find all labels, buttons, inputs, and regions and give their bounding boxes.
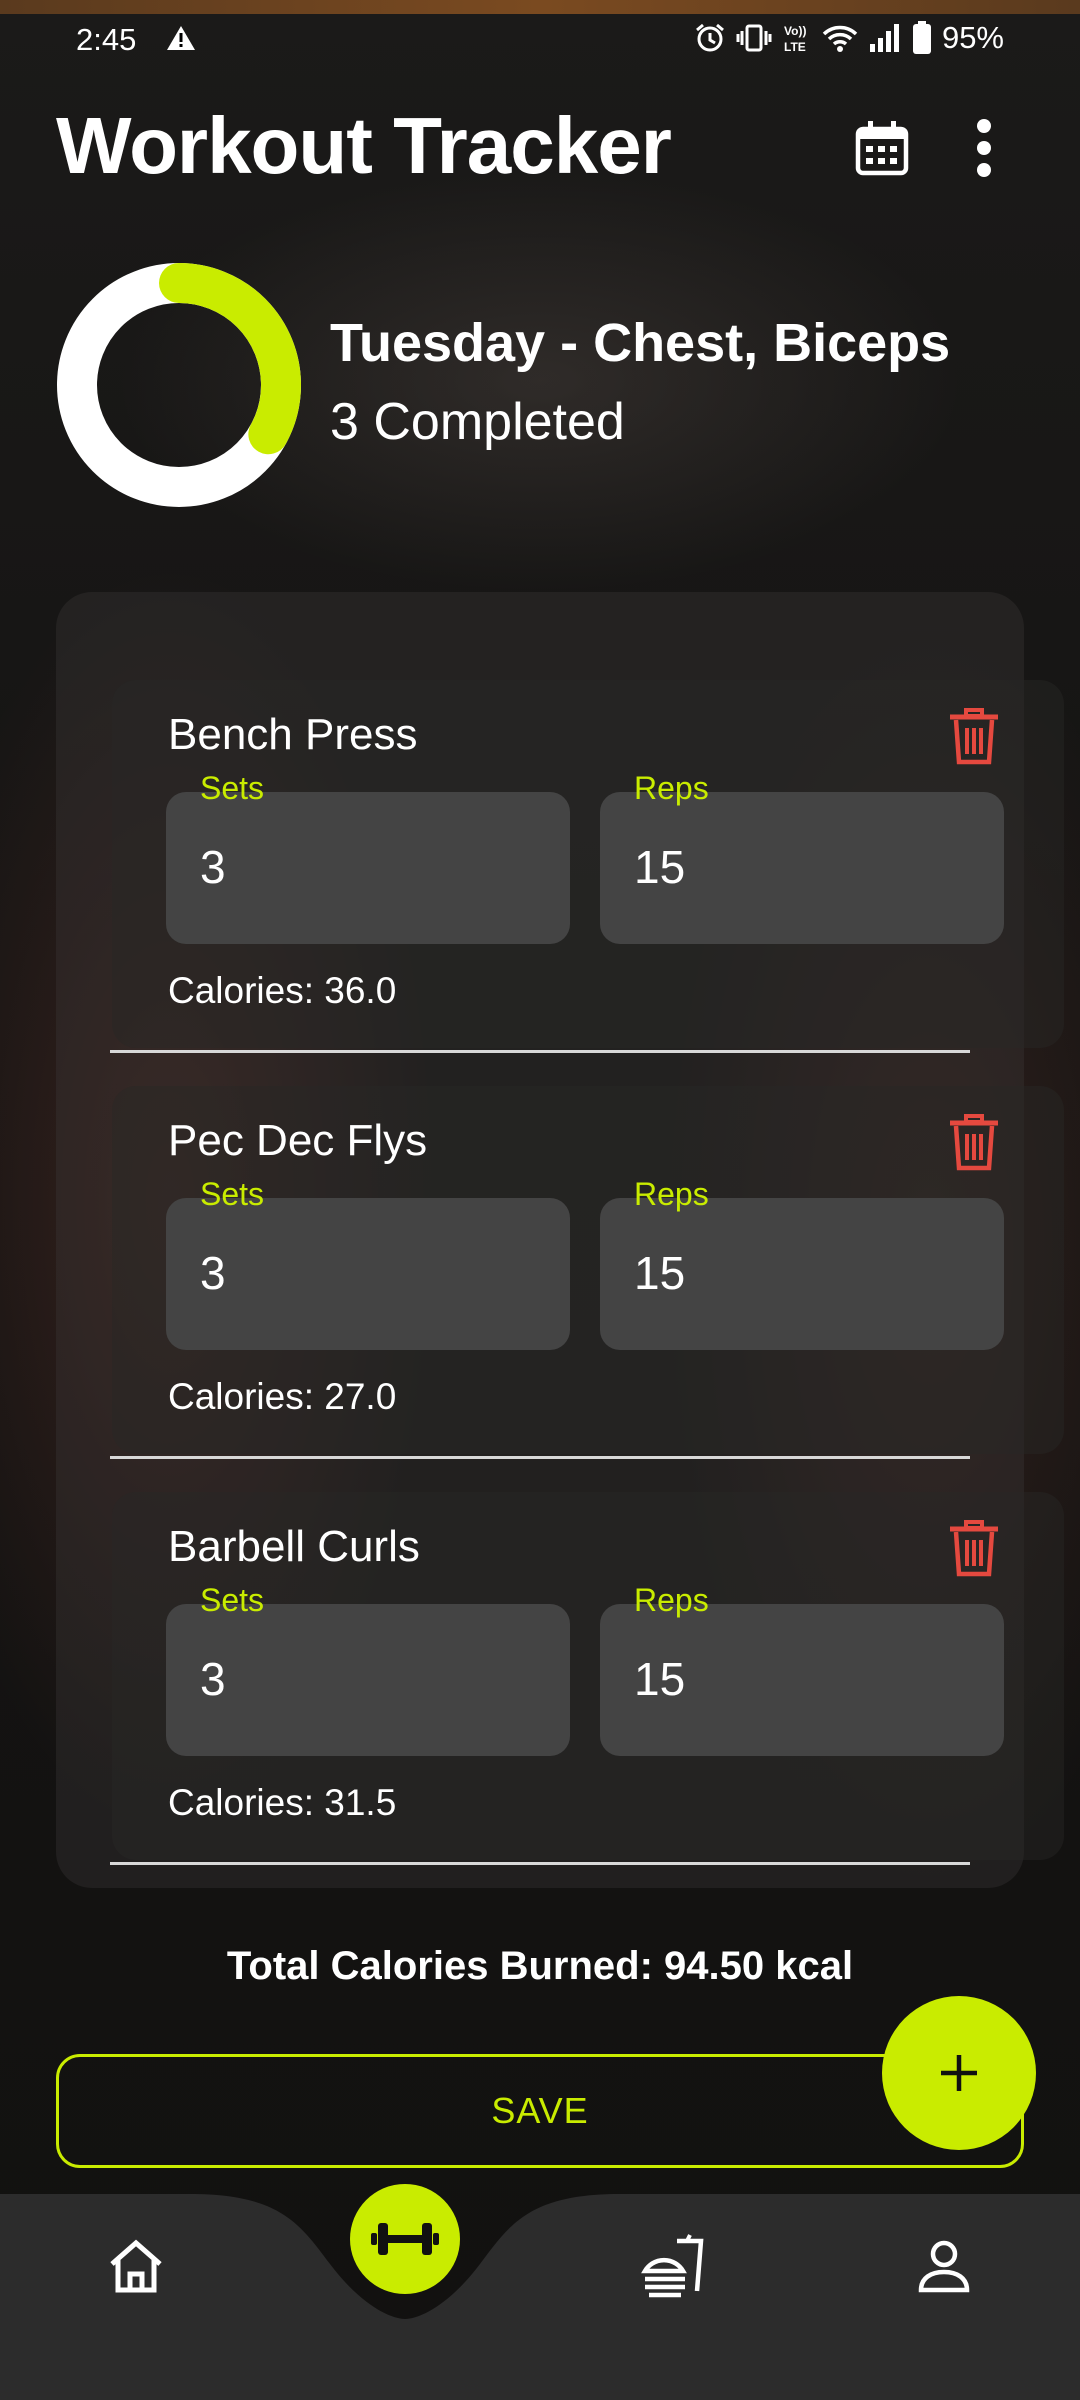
battery-percent: 95% <box>941 20 1004 55</box>
add-exercise-button[interactable] <box>882 1996 1036 2150</box>
status-time: 2:45 <box>76 22 137 57</box>
app-title: Workout Tracker <box>56 101 672 190</box>
exercise-name: Barbell Curls <box>168 1522 420 1571</box>
meal-icon <box>641 2234 704 2298</box>
sets-label: Sets <box>200 1582 265 1618</box>
sets-value: 3 <box>200 1653 226 1705</box>
signal-icon <box>869 24 899 52</box>
reps-value: 15 <box>634 1653 686 1705</box>
delete-exercise-button[interactable] <box>946 1518 1002 1578</box>
home-icon <box>110 2239 162 2293</box>
battery-icon <box>912 21 931 54</box>
exercise-name: Pec Dec Flys <box>168 1116 428 1165</box>
plus-icon <box>941 2055 977 2091</box>
calendar-icon <box>855 121 909 176</box>
nav-meals[interactable] <box>634 2226 714 2306</box>
sets-value: 3 <box>200 841 226 893</box>
day-title: Tuesday - Chest, Biceps <box>330 313 951 373</box>
volte-icon: Vo)) LTE <box>784 24 806 54</box>
nav-workout[interactable] <box>350 2184 460 2294</box>
wifi-icon <box>822 25 858 52</box>
delete-exercise-button[interactable] <box>946 1112 1002 1172</box>
status-top-strip <box>0 0 1080 14</box>
sets-field[interactable]: Sets 3 <box>166 1582 570 1756</box>
warning-icon <box>167 26 195 50</box>
more-options-button[interactable] <box>948 112 1020 184</box>
svg-text:LTE: LTE <box>784 40 806 54</box>
profile-icon <box>918 2240 970 2293</box>
exercise-calories: Calories: 36.0 <box>168 970 397 1011</box>
status-bar: 2:45 Vo)) LTE 95% <box>0 14 1080 64</box>
reps-label: Reps <box>634 770 709 806</box>
exercise-calories: Calories: 27.0 <box>168 1376 397 1417</box>
reps-label: Reps <box>634 1582 709 1618</box>
sets-value: 3 <box>200 1247 226 1299</box>
trash-icon <box>950 1114 998 1171</box>
exercise-card: Bench Press Sets 3 Reps 15 Calories: 36.… <box>112 680 1064 1048</box>
exercise-list: Bench Press Sets 3 Reps 15 Calories: 36.… <box>56 592 1064 1888</box>
vibrate-icon <box>736 24 772 52</box>
reps-field[interactable]: Reps 15 <box>600 1582 1004 1756</box>
sets-label: Sets <box>200 770 265 806</box>
reps-value: 15 <box>634 841 686 893</box>
exercise-calories: Calories: 31.5 <box>168 1782 397 1823</box>
reps-field[interactable]: Reps 15 <box>600 1176 1004 1350</box>
completed-count: 3 Completed <box>330 393 625 451</box>
nav-home[interactable] <box>98 2228 174 2304</box>
progress-ring <box>57 263 301 507</box>
sets-field[interactable]: Sets 3 <box>166 1176 570 1350</box>
divider <box>110 1050 970 1053</box>
trash-icon <box>950 1520 998 1577</box>
exercise-name: Bench Press <box>168 710 418 759</box>
divider <box>110 1456 970 1459</box>
reps-field[interactable]: Reps 15 <box>600 770 1004 944</box>
dumbbell-icon <box>371 2223 439 2255</box>
reps-label: Reps <box>634 1176 709 1212</box>
calendar-button[interactable] <box>846 112 918 184</box>
total-calories: Total Calories Burned: 94.50 kcal <box>226 1944 854 1988</box>
exercise-card: Barbell Curls Sets 3 Reps 15 Calories: 3… <box>112 1492 1064 1860</box>
sets-label: Sets <box>200 1176 265 1212</box>
save-button[interactable]: SAVE <box>56 2054 1024 2168</box>
divider <box>110 1862 970 1865</box>
nav-profile[interactable] <box>906 2228 982 2304</box>
trash-icon <box>950 708 998 765</box>
more-vert-icon <box>977 119 991 177</box>
sets-field[interactable]: Sets 3 <box>166 770 570 944</box>
alarm-icon <box>695 23 724 52</box>
delete-exercise-button[interactable] <box>946 706 1002 766</box>
svg-text:Vo)): Vo)) <box>784 24 806 38</box>
reps-value: 15 <box>634 1247 686 1299</box>
exercise-card: Pec Dec Flys Sets 3 Reps 15 Calories: 27… <box>112 1086 1064 1454</box>
